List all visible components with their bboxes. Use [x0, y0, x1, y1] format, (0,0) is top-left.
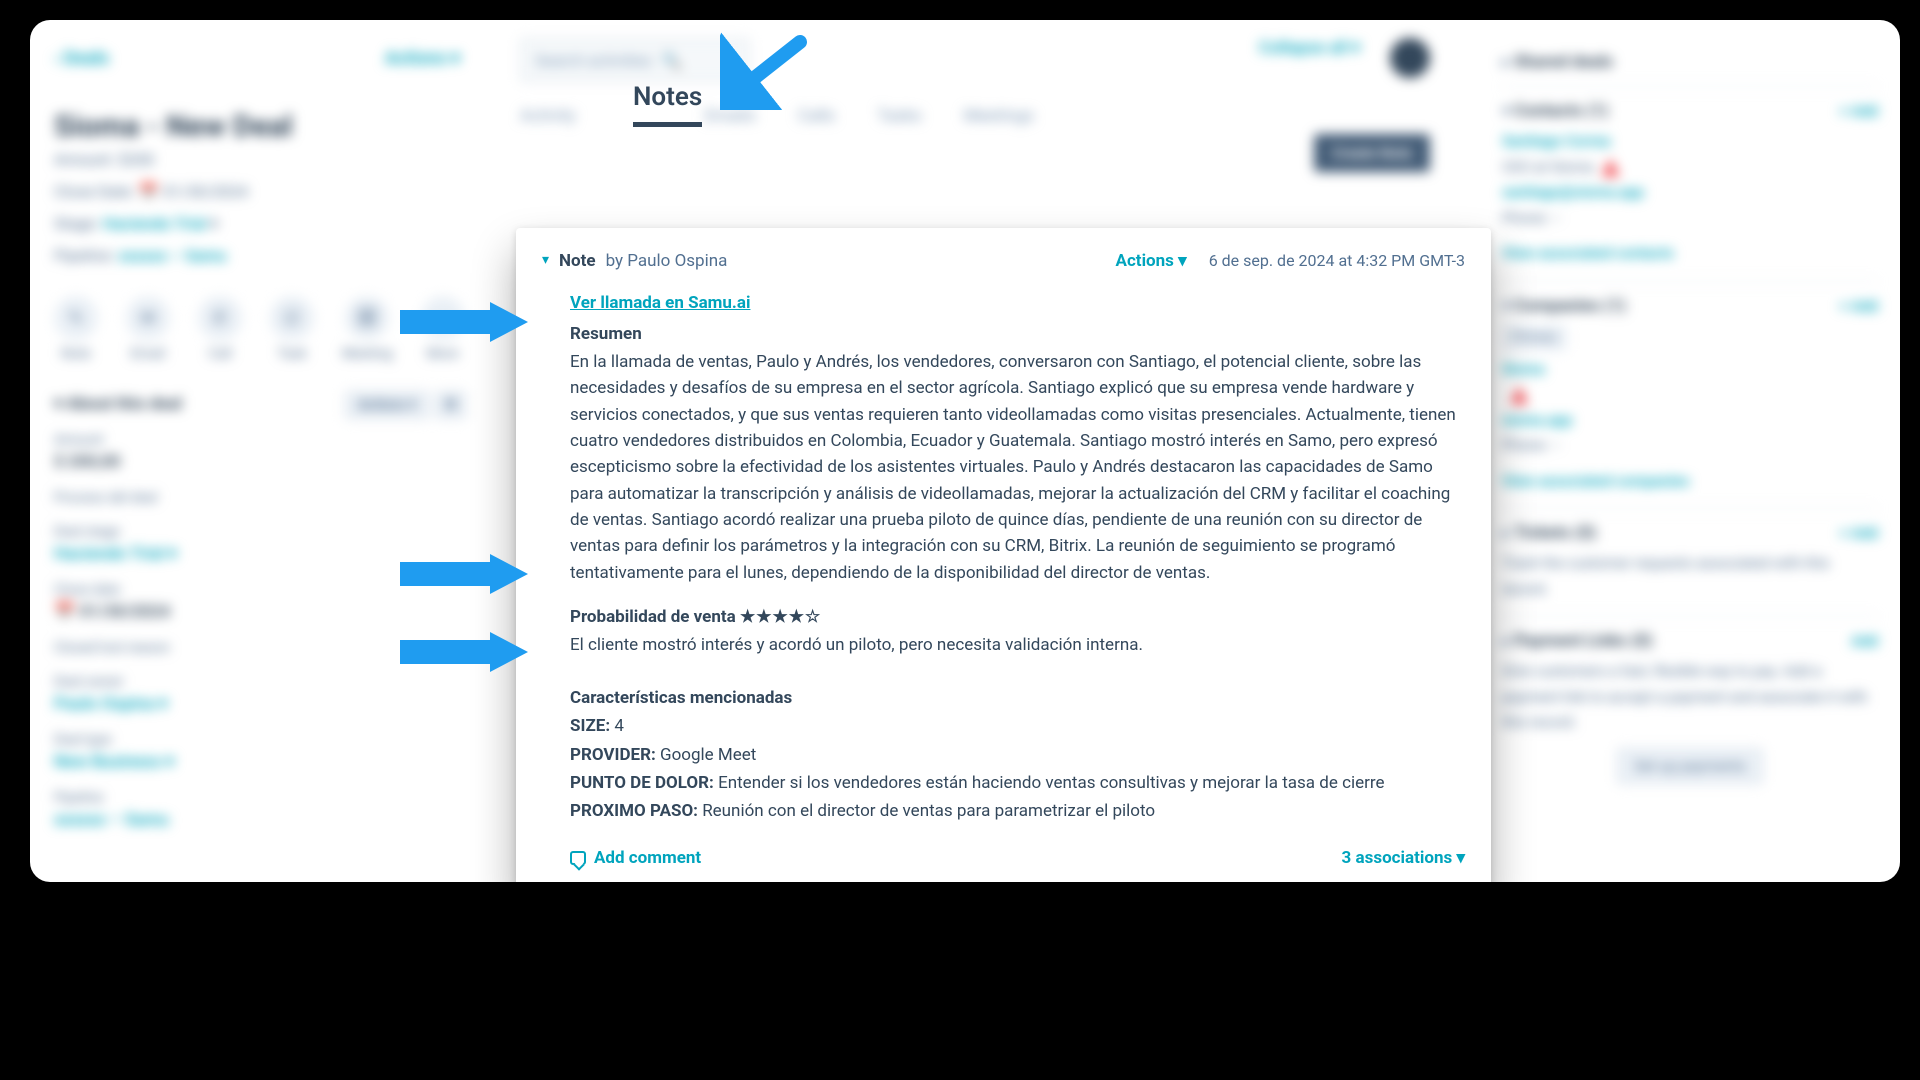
- collapse-all-link[interactable]: Collapse all ▾: [1259, 38, 1360, 58]
- crm-screenshot-frame: ‹ Deals Actions ▾ Sioma - New Deal Amoun…: [30, 20, 1900, 882]
- size-row: SIZE: 4: [570, 713, 1465, 739]
- search-activities-input[interactable]: Search activities 🔍: [520, 38, 750, 82]
- task-action[interactable]: ☑Task: [270, 296, 314, 362]
- view-associated-contacts-link[interactable]: View associated contacts: [1502, 241, 1878, 267]
- setup-payments-button[interactable]: Set up payments: [1617, 748, 1763, 784]
- tab-activity[interactable]: Activity: [520, 106, 576, 126]
- next-step-row: PROXIMO PASO: Reunión con el director de…: [570, 798, 1465, 824]
- about-actions-dropdown[interactable]: Actions ▾: [345, 391, 430, 419]
- note-icon: ✎: [54, 296, 98, 340]
- provider-row: PROVIDER: Google Meet: [570, 742, 1465, 768]
- call-action[interactable]: ✆Call: [198, 296, 242, 362]
- deal-actions-dropdown[interactable]: Actions ▾: [385, 48, 460, 69]
- comment-icon: [570, 851, 586, 865]
- view-associated-companies-link[interactable]: View associated companies: [1502, 469, 1878, 495]
- add-payment-link[interactable]: Add: [1851, 632, 1878, 650]
- user-avatar[interactable]: [1390, 38, 1430, 78]
- annotation-arrow-resumen: [400, 302, 530, 342]
- note-type-label: Note: [559, 248, 596, 274]
- annotation-arrow-caracteristicas: [400, 632, 530, 672]
- email-action[interactable]: ✉Email: [126, 296, 170, 362]
- add-comment-link[interactable]: Add comment: [570, 845, 701, 871]
- view-call-link[interactable]: Ver llamada en Samu.ai: [570, 290, 1465, 316]
- about-this-deal-header[interactable]: About this deal: [67, 394, 182, 414]
- about-settings-button[interactable]: ⚙: [435, 391, 466, 419]
- meeting-action[interactable]: 🗓Meeting: [342, 296, 393, 362]
- associations-dropdown[interactable]: 3 associations ▾: [1342, 845, 1465, 871]
- meeting-icon: 🗓: [345, 296, 389, 340]
- pain-row: PUNTO DE DOLOR: Entender si los vendedor…: [570, 770, 1465, 796]
- probabilidad-body: El cliente mostró interés y acordó un pi…: [570, 632, 1465, 658]
- email-icon: ✉: [126, 296, 170, 340]
- note-action[interactable]: ✎Note: [54, 296, 98, 362]
- search-icon: 🔍: [662, 51, 682, 70]
- task-icon: ☑: [270, 296, 314, 340]
- note-actions-dropdown[interactable]: Actions ▾: [1116, 248, 1187, 274]
- tab-tasks[interactable]: Tasks: [877, 106, 922, 126]
- annotation-arrow-probabilidad: [400, 554, 530, 594]
- amount-line: Amount: $200: [54, 144, 466, 176]
- create-note-button[interactable]: Create Note: [1314, 134, 1430, 172]
- note-timestamp: 6 de sep. de 2024 at 4:32 PM GMT-3: [1209, 249, 1465, 274]
- back-link[interactable]: ‹ Deals: [54, 48, 466, 69]
- resumen-heading: Resumen: [570, 321, 1465, 347]
- caracteristicas-heading: Características mencionadas: [570, 685, 1465, 711]
- star-rating: ★★★★☆: [740, 607, 821, 627]
- note-author: by Paulo Ospina: [606, 248, 728, 274]
- alert-icon: [1510, 386, 1528, 404]
- add-contact-link[interactable]: + Add: [1839, 102, 1878, 120]
- note-card: ▾ Note by Paulo Ospina Actions ▾ 6 de se…: [516, 228, 1491, 882]
- company-name-link[interactable]: Sioma: [1502, 357, 1878, 383]
- collapse-note-toggle[interactable]: ▾: [542, 250, 549, 272]
- probabilidad-heading: Probabilidad de venta ★★★★☆: [570, 604, 1465, 630]
- alert-icon: [1602, 159, 1620, 177]
- tab-notes[interactable]: Notes: [633, 82, 702, 127]
- contact-name-link[interactable]: Santiago Correa: [1502, 129, 1878, 155]
- annotation-arrow-notes-tab: [720, 30, 810, 110]
- call-icon: ✆: [198, 296, 242, 340]
- deal-title: Sioma - New Deal: [54, 109, 466, 144]
- add-ticket-link[interactable]: + Add: [1839, 524, 1878, 542]
- tab-meetings[interactable]: Meetings: [964, 106, 1034, 126]
- add-company-link[interactable]: + Add: [1839, 297, 1878, 315]
- resumen-body: En la llamada de ventas, Paulo y Andrés,…: [570, 349, 1465, 586]
